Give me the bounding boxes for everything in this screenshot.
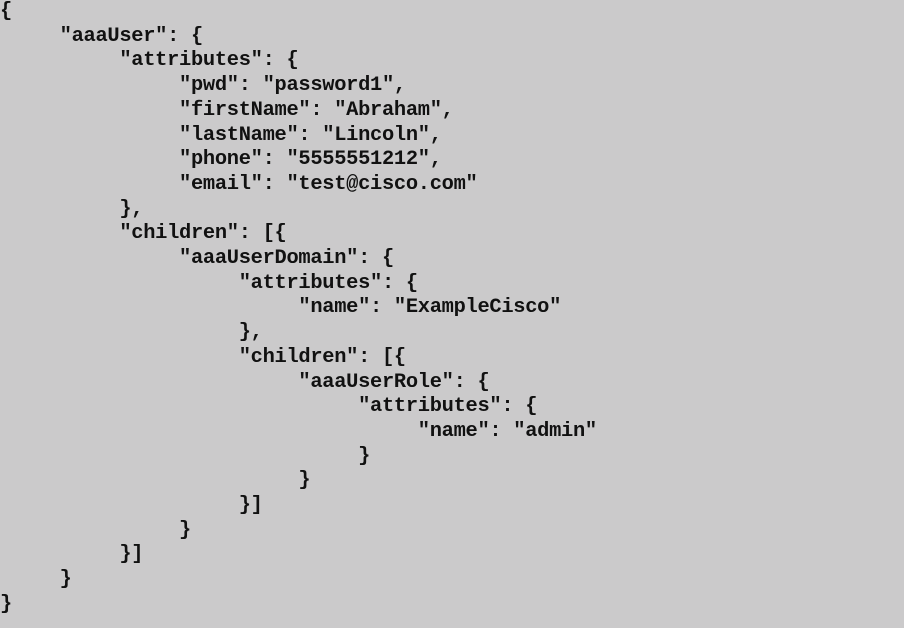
code-line-14: }, bbox=[0, 321, 263, 345]
code-line-3: "attributes": { bbox=[0, 49, 299, 73]
json-code-block: { "aaaUser": { "attributes": { "pwd": "p… bbox=[0, 0, 904, 628]
code-line-19: } bbox=[0, 444, 371, 468]
code-line-22: } bbox=[0, 518, 191, 542]
code-line-5: "firstName": "Abraham", bbox=[0, 98, 454, 122]
code-line-9: }, bbox=[0, 197, 144, 221]
code-line-20: } bbox=[0, 469, 311, 493]
code-line-6: "lastName": "Lincoln", bbox=[0, 123, 442, 147]
code-line-1: { bbox=[0, 0, 12, 23]
code-line-7: "phone": "5555551212", bbox=[0, 148, 442, 172]
code-line-16: "aaaUserRole": { bbox=[0, 370, 490, 394]
code-line-15: "children": [{ bbox=[0, 345, 406, 369]
code-line-11: "aaaUserDomain": { bbox=[0, 247, 394, 270]
code-line-24: } bbox=[0, 568, 72, 592]
code-line-13: "name": "ExampleCisco" bbox=[0, 296, 562, 320]
code-line-2: "aaaUser": { bbox=[0, 24, 204, 48]
code-line-23: }] bbox=[0, 543, 144, 567]
code-line-25: } bbox=[0, 592, 12, 616]
code-line-10: "children": [{ bbox=[0, 222, 287, 246]
code-line-12: "attributes": { bbox=[0, 271, 418, 295]
code-line-8: "email": "test@cisco.com" bbox=[0, 172, 478, 196]
code-line-21: }] bbox=[0, 494, 263, 517]
code-line-18: "name": "admin" bbox=[0, 419, 597, 443]
code-line-4: "pwd": "password1", bbox=[0, 74, 406, 98]
code-line-17: "attributes": { bbox=[0, 395, 538, 419]
